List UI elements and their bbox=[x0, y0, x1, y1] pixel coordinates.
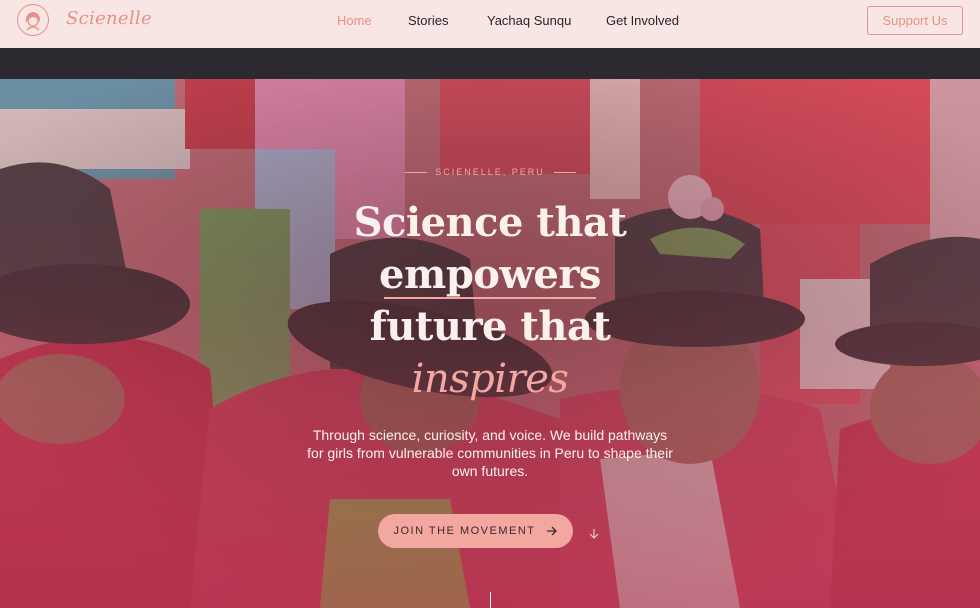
scroll-indicator-line bbox=[490, 592, 491, 608]
header-spacer bbox=[0, 48, 980, 79]
hero-description: Through science, curiosity, and voice. W… bbox=[307, 427, 673, 479]
join-movement-button[interactable]: JOIN THE MOVEMENT bbox=[378, 514, 573, 548]
nav-home[interactable]: Home bbox=[337, 13, 372, 28]
top-navbar: Scienelle Home Stories Yachaq Sunqu Get … bbox=[0, 0, 980, 48]
logo[interactable] bbox=[17, 4, 49, 36]
girl-portrait-icon bbox=[25, 12, 41, 31]
nav-yachaq-sunqu[interactable]: Yachaq Sunqu bbox=[487, 13, 571, 28]
headline-accent: inspires bbox=[411, 356, 569, 402]
headline-underline bbox=[384, 297, 596, 299]
brand-name[interactable]: Scienelle bbox=[66, 8, 152, 29]
eyebrow-line-right bbox=[554, 172, 576, 173]
join-movement-label: JOIN THE MOVEMENT bbox=[393, 525, 536, 537]
hero-eyebrow: SCIENELLE, PERU bbox=[435, 167, 545, 177]
nav-get-involved[interactable]: Get Involved bbox=[606, 13, 679, 28]
nav-stories[interactable]: Stories bbox=[408, 13, 448, 28]
headline-line-2: empowers bbox=[379, 251, 601, 298]
headline-line-3: future that bbox=[369, 303, 611, 350]
support-us-button[interactable]: Support Us bbox=[867, 6, 963, 35]
headline-line-1: Science that bbox=[353, 199, 627, 246]
arrow-right-icon bbox=[546, 526, 557, 536]
hero-section: SCIENELLE, PERU Science that empowers fu… bbox=[0, 79, 980, 608]
arrow-down-icon[interactable] bbox=[589, 528, 599, 540]
